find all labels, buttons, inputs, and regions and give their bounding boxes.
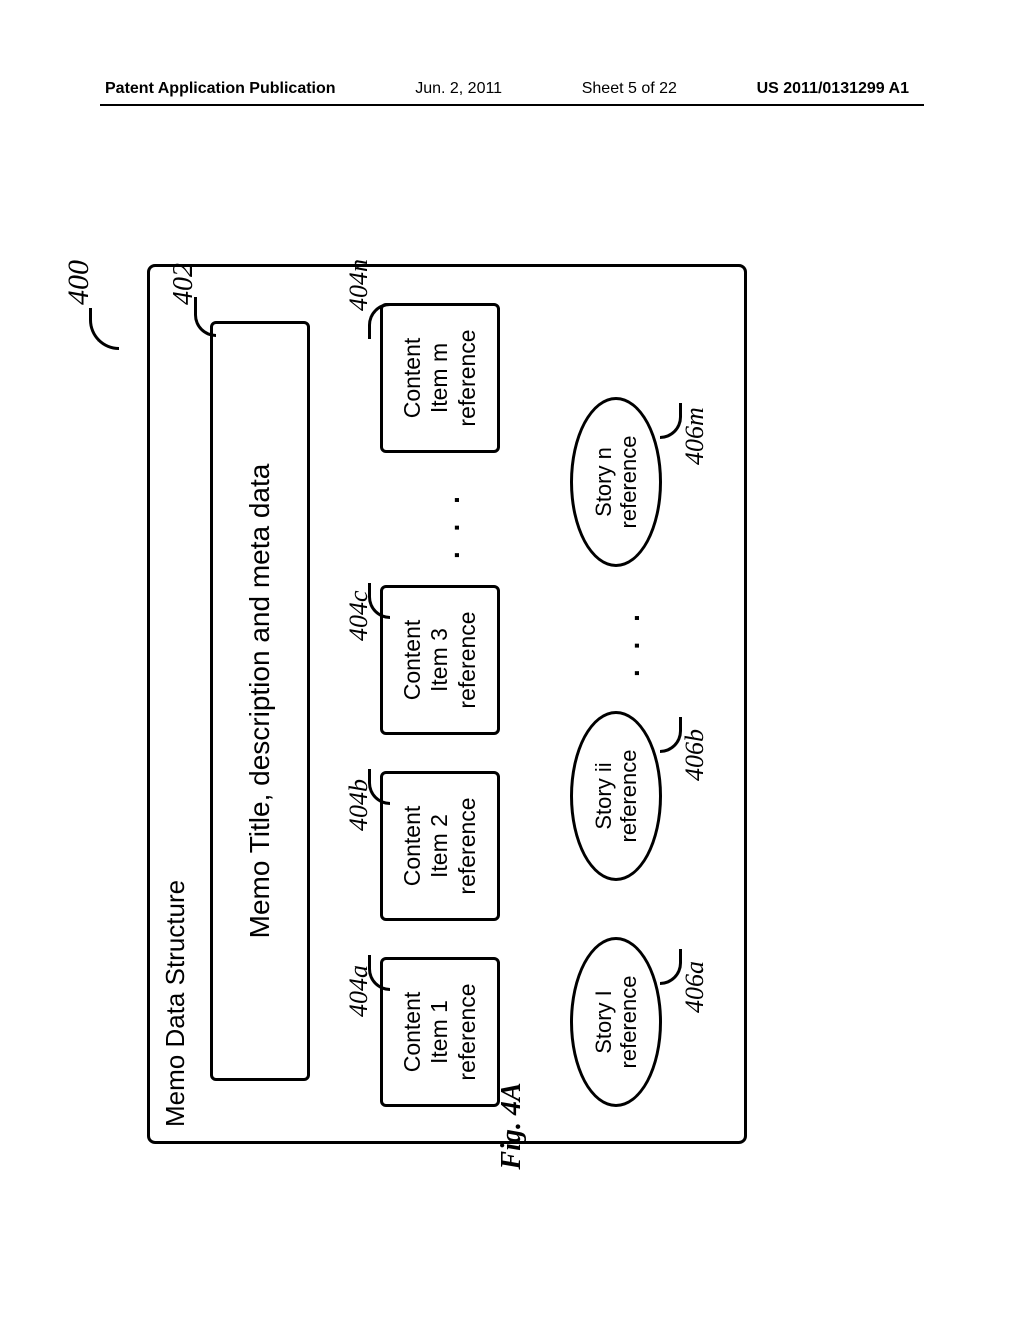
content-item-2: Content Item 2 reference bbox=[380, 771, 500, 921]
sheet-number: Sheet 5 of 22 bbox=[582, 80, 677, 98]
content-line: Item 3 bbox=[426, 628, 454, 692]
page-header: Patent Application Publication Jun. 2, 2… bbox=[0, 80, 1024, 98]
content-line: Item 2 bbox=[426, 814, 454, 878]
content-item-3: Content Item 3 reference bbox=[380, 585, 500, 735]
ref-406b: 406b bbox=[680, 729, 710, 781]
structure-title: Memo Data Structure bbox=[160, 880, 191, 1127]
story-line: reference bbox=[616, 976, 641, 1069]
ellipsis-icon: . . . bbox=[434, 490, 466, 559]
content-line: reference bbox=[454, 797, 482, 894]
memo-title-box: Memo Title, description and meta data bbox=[210, 321, 310, 1081]
story-line: reference bbox=[616, 750, 641, 843]
content-line: reference bbox=[454, 611, 482, 708]
story-line: Story n bbox=[591, 447, 616, 517]
content-item-m: Content Item m reference bbox=[380, 303, 500, 453]
publication-date: Jun. 2, 2011 bbox=[415, 80, 502, 98]
publication-number: US 2011/0131299 A1 bbox=[757, 80, 909, 98]
figure-label: Fig. 4A bbox=[496, 1082, 528, 1169]
header-rule bbox=[100, 104, 924, 106]
content-line: reference bbox=[454, 329, 482, 426]
content-line: Content bbox=[399, 338, 427, 419]
memo-data-structure-box: Memo Data Structure 402 Memo Title, desc… bbox=[147, 264, 747, 1144]
content-line: Content bbox=[399, 992, 427, 1073]
content-line: Content bbox=[399, 806, 427, 887]
content-line: Content bbox=[399, 620, 427, 701]
story-reference-2: Story ii reference bbox=[570, 711, 662, 881]
ref-406m: 406m bbox=[680, 407, 710, 465]
content-line: Item 1 bbox=[426, 1000, 454, 1064]
story-line: Story ii bbox=[591, 762, 616, 829]
lead-line-400 bbox=[89, 308, 119, 350]
ref-406a: 406a bbox=[680, 961, 710, 1013]
ref-404n: 404n bbox=[344, 259, 374, 311]
content-item-1: Content Item 1 reference bbox=[380, 957, 500, 1107]
ellipsis-icon: . . . bbox=[614, 608, 646, 677]
content-line: Item m bbox=[426, 343, 454, 413]
publication-type: Patent Application Publication bbox=[105, 80, 336, 98]
content-line: reference bbox=[454, 983, 482, 1080]
figure-area: 400 Memo Data Structure 402 Memo Title, … bbox=[107, 180, 917, 1144]
ref-400: 400 bbox=[62, 260, 96, 305]
story-reference-1: Story I reference bbox=[570, 937, 662, 1107]
story-line: Story I bbox=[591, 990, 616, 1054]
content-items-row: Content Item 1 reference Content Item 2 … bbox=[380, 287, 520, 1107]
story-line: reference bbox=[616, 436, 641, 529]
story-reference-n: Story n reference bbox=[570, 397, 662, 567]
diagram-rotated: 400 Memo Data Structure 402 Memo Title, … bbox=[107, 180, 917, 1144]
